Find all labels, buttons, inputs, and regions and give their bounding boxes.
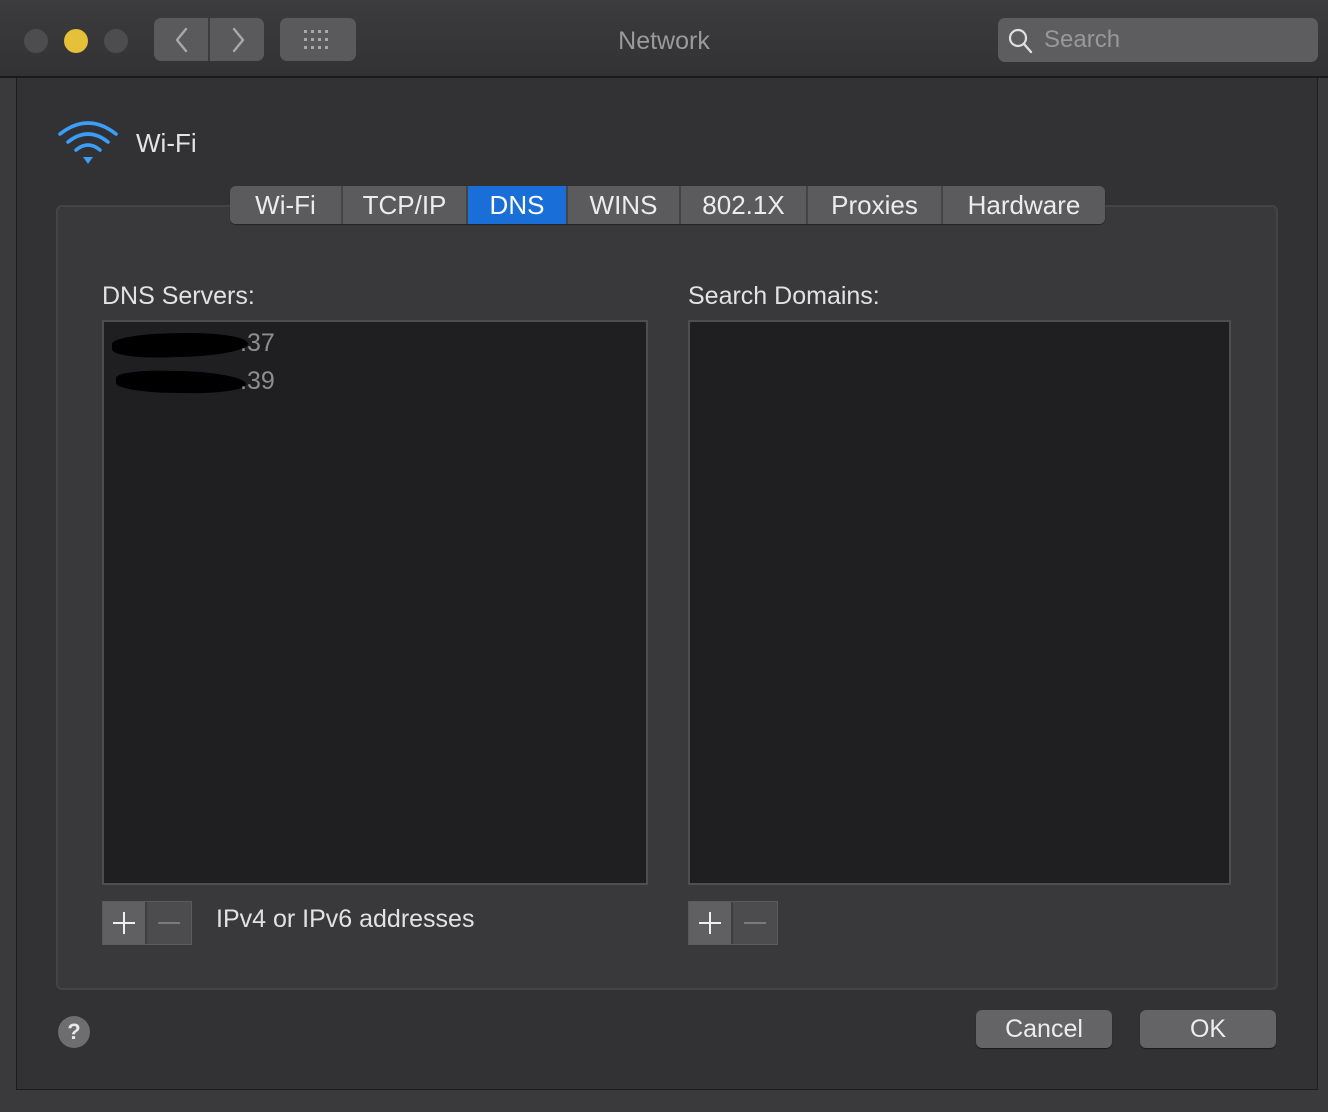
tab-bar: Wi-Fi TCP/IP DNS WINS 802.1X Proxies Har… <box>230 186 1105 224</box>
tab-dns[interactable]: DNS <box>468 186 568 224</box>
tab-wifi[interactable]: Wi-Fi <box>230 186 343 224</box>
dns-servers-list[interactable]: .37 .39 <box>102 320 648 885</box>
add-dns-button[interactable] <box>103 902 148 944</box>
dns-server-value: .37 <box>240 329 275 357</box>
search-domains-add-remove <box>688 901 778 945</box>
search-icon <box>1008 28 1033 54</box>
search-placeholder: Search <box>1044 26 1121 53</box>
search-field[interactable]: Search <box>998 18 1318 62</box>
search-domains-list[interactable] <box>688 320 1231 885</box>
ok-button[interactable]: OK <box>1140 1010 1276 1048</box>
tab-8021x[interactable]: 802.1X <box>681 186 808 224</box>
tab-tcp-ip[interactable]: TCP/IP <box>343 186 468 224</box>
wifi-icon <box>58 121 118 164</box>
minus-icon <box>158 922 180 924</box>
tab-hardware[interactable]: Hardware <box>943 186 1105 224</box>
dns-server-value: .39 <box>240 367 275 395</box>
list-item[interactable]: .39 <box>110 363 310 399</box>
redaction-mark <box>111 330 249 360</box>
search-domains-label: Search Domains: <box>688 282 880 310</box>
tab-wins[interactable]: WINS <box>568 186 681 224</box>
minus-icon <box>744 922 766 924</box>
dns-add-remove <box>102 901 192 945</box>
remove-dns-button[interactable] <box>147 902 191 944</box>
interface-name: Wi-Fi <box>136 128 197 158</box>
tab-proxies[interactable]: Proxies <box>808 186 943 224</box>
plus-icon <box>113 912 135 934</box>
help-button[interactable]: ? <box>58 1016 90 1048</box>
remove-search-domain-button[interactable] <box>733 902 777 944</box>
add-search-domain-button[interactable] <box>689 902 734 944</box>
dns-hint: IPv4 or IPv6 addresses <box>216 905 475 933</box>
title-bar: Network Search <box>0 0 1328 78</box>
cancel-button[interactable]: Cancel <box>976 1010 1112 1048</box>
redaction-mark <box>115 369 247 395</box>
dns-servers-label: DNS Servers: <box>102 282 255 310</box>
list-item[interactable]: .37 <box>110 325 310 361</box>
plus-icon <box>699 912 721 934</box>
